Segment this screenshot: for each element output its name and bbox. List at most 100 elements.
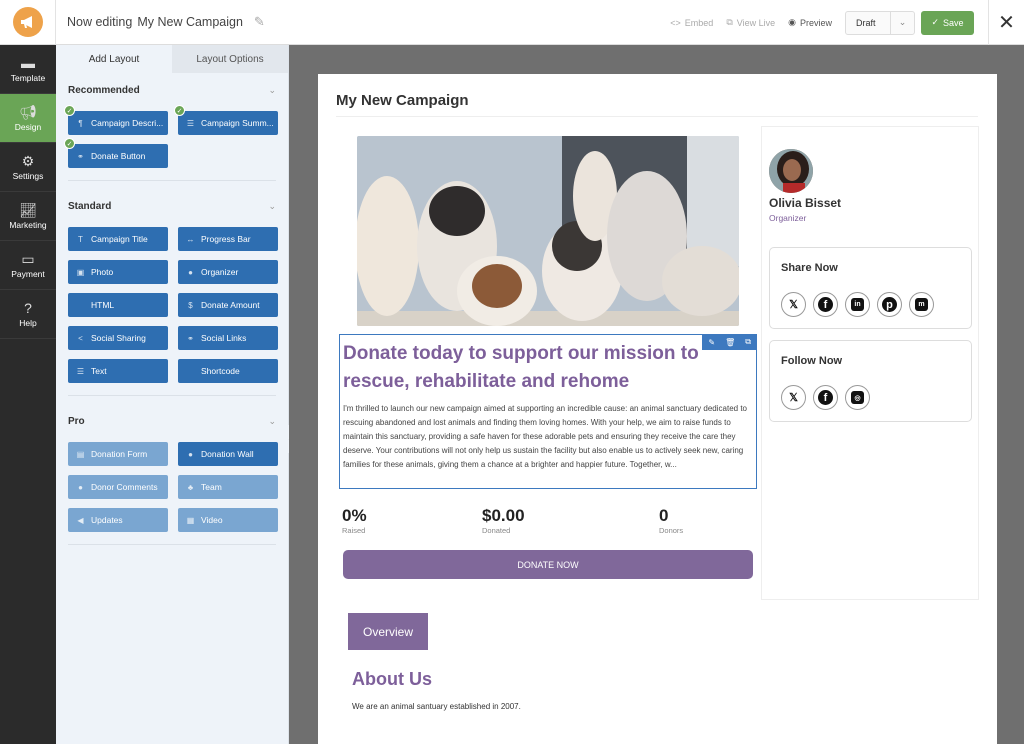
block-icon: ● bbox=[188, 449, 193, 459]
block-video[interactable]: ▦ Video bbox=[178, 508, 278, 532]
megaphone-logo-icon[interactable] bbox=[12, 7, 43, 37]
tab-layout-options[interactable]: Layout Options bbox=[172, 45, 288, 73]
block-icon: ▦ bbox=[186, 515, 195, 525]
facebook-icon[interactable]: f bbox=[813, 385, 838, 410]
about-us-heading: About Us bbox=[352, 669, 432, 689]
donate-now-button[interactable]: DONATE NOW bbox=[343, 550, 753, 579]
x-icon[interactable]: 𝕏 bbox=[781, 385, 806, 410]
added-check-icon: ✓ bbox=[64, 105, 75, 116]
top-bar: Now editing My New Campaign ✎ <> Embed ⧉ V… bbox=[0, 0, 1024, 45]
block-campaign-title[interactable]: T Campaign Title bbox=[68, 227, 168, 251]
mastodon-icon[interactable]: m bbox=[909, 292, 934, 317]
view-live-button[interactable]: ⧉ View Live bbox=[726, 17, 775, 28]
linkedin-icon[interactable]: in bbox=[845, 292, 870, 317]
campaign-name: My New Campaign bbox=[137, 15, 243, 29]
nav-help[interactable]: ? Help bbox=[0, 290, 56, 339]
block-icon: ¶ bbox=[78, 118, 83, 128]
block-label: Team bbox=[201, 482, 222, 492]
campaign-description-block[interactable]: ✎ 🗑︎ ⧉ Donate today to support our missi… bbox=[339, 334, 757, 489]
eye-icon: ◉ bbox=[788, 17, 796, 27]
chevron-down-icon[interactable]: ⌄ bbox=[890, 11, 914, 34]
block-campaign-descri[interactable]: ¶ Campaign Descri... bbox=[68, 111, 168, 135]
block-organizer[interactable]: ● Organizer bbox=[178, 260, 278, 284]
block-icon: ⚭ bbox=[77, 151, 84, 161]
block-label: Shortcode bbox=[201, 366, 240, 376]
block-icon: ● bbox=[188, 267, 193, 277]
block-icon: T bbox=[78, 234, 83, 244]
section-recommended: Recommended ⌄ ✓ ¶ Campaign Descri... ✓ ☰ Campai… bbox=[56, 73, 288, 181]
campaign-headline: Donate today to support our mission to r… bbox=[343, 343, 699, 392]
chevron-down-icon[interactable]: ⌄ bbox=[268, 85, 276, 96]
tab-overview[interactable]: Overview bbox=[348, 613, 428, 650]
nav-template[interactable]: ▬ Template bbox=[0, 45, 56, 94]
block-html[interactable]: HTML bbox=[68, 293, 168, 317]
section-pro: Pro ⌄ ▤ Donation Form ● Donation Wall ● Donor C… bbox=[56, 404, 288, 545]
block-donation-wall[interactable]: ● Donation Wall bbox=[178, 442, 278, 466]
left-nav: ▬ Template 📢︎ Design ⚙ Settings 📈︎ Marketing… bbox=[0, 45, 56, 744]
divider bbox=[336, 116, 978, 117]
nav-payment[interactable]: ▭ Payment bbox=[0, 241, 56, 290]
block-icon: ▤ bbox=[76, 449, 85, 459]
section-header[interactable]: Standard ⌄ bbox=[68, 189, 276, 223]
save-label: Save bbox=[943, 17, 964, 28]
block-donor-comments[interactable]: ● Donor Comments bbox=[68, 475, 168, 499]
pinterest-icon[interactable]: p bbox=[877, 292, 902, 317]
block-label: Social Links bbox=[201, 333, 247, 343]
instagram-icon[interactable]: ◎ bbox=[845, 385, 870, 410]
close-icon: ✕ bbox=[998, 12, 1015, 34]
campaign-photo[interactable] bbox=[357, 136, 739, 326]
block-updates[interactable]: ◀ Updates bbox=[68, 508, 168, 532]
embed-button[interactable]: <> Embed bbox=[670, 18, 713, 28]
block-text[interactable]: ☰ Text bbox=[68, 359, 168, 383]
facebook-icon[interactable]: f bbox=[813, 292, 838, 317]
check-icon: ✓ bbox=[931, 17, 940, 27]
x-icon[interactable]: 𝕏 bbox=[781, 292, 806, 317]
editing-title: Now editing My New Campaign ✎ bbox=[67, 14, 265, 30]
preview-button[interactable]: ◉ Preview bbox=[788, 17, 832, 28]
chevron-down-icon[interactable]: ⌄ bbox=[268, 201, 276, 212]
save-button[interactable]: ✓ Save bbox=[921, 10, 974, 35]
stat-raised: 0% Raised bbox=[342, 506, 367, 535]
block-icon: < bbox=[78, 333, 83, 343]
status-select[interactable]: Draft ⌄ bbox=[845, 10, 915, 35]
block-social-sharing[interactable]: < Social Sharing bbox=[68, 326, 168, 350]
block-photo[interactable]: ▣ Photo bbox=[68, 260, 168, 284]
section-standard: Standard ⌄ T Campaign Title ↔ Progress Bar ▣ Ph… bbox=[56, 189, 288, 396]
block-label: Donor Comments bbox=[91, 482, 158, 492]
block-donate-amount[interactable]: $ Donate Amount bbox=[178, 293, 278, 317]
template-icon: ▬ bbox=[21, 54, 35, 71]
block-campaign-summ[interactable]: ☰ Campaign Summ... bbox=[178, 111, 278, 135]
pencil-icon[interactable]: ✎ bbox=[254, 14, 265, 30]
block-label: Campaign Descri... bbox=[91, 118, 164, 128]
block-label: Updates bbox=[91, 515, 123, 525]
block-donate-button[interactable]: ⚭ Donate Button bbox=[68, 144, 168, 168]
duplicate-icon[interactable]: ⧉ bbox=[745, 337, 751, 347]
nav-design[interactable]: 📢︎ Design bbox=[0, 94, 56, 143]
logo-area bbox=[0, 0, 56, 45]
chevron-down-icon[interactable]: ⌄ bbox=[268, 416, 276, 427]
block-label: Donation Form bbox=[91, 449, 148, 459]
share-now-title: Share Now bbox=[781, 262, 838, 274]
block-icon: ♣ bbox=[187, 482, 194, 492]
code-icon: <> bbox=[670, 17, 681, 28]
block-shortcode[interactable]: Shortcode bbox=[178, 359, 278, 383]
organizer-name: Olivia Bisset bbox=[769, 196, 842, 210]
block-social-links[interactable]: ⚭ Social Links bbox=[178, 326, 278, 350]
block-label: Donate Amount bbox=[201, 300, 260, 310]
nav-marketing[interactable]: 📈︎ Marketing bbox=[0, 192, 56, 241]
block-donation-form[interactable]: ▤ Donation Form bbox=[68, 442, 168, 466]
follow-now-title: Follow Now bbox=[781, 355, 843, 367]
block-icon: ☰ bbox=[186, 118, 195, 128]
tab-add-layout[interactable]: Add Layout bbox=[56, 45, 172, 73]
section-header[interactable]: Pro ⌄ bbox=[68, 404, 276, 438]
stat-value: 0 bbox=[659, 506, 669, 525]
block-label: Campaign Summ... bbox=[201, 118, 274, 128]
block-team[interactable]: ♣ Team bbox=[178, 475, 278, 499]
share-now-card: Share Now 𝕏 f in p m bbox=[769, 247, 972, 329]
nav-label: Design bbox=[14, 121, 42, 132]
nav-settings[interactable]: ⚙ Settings bbox=[0, 143, 56, 192]
close-button[interactable]: ✕ bbox=[988, 0, 1024, 45]
block-progress-bar[interactable]: ↔ Progress Bar bbox=[178, 227, 278, 251]
block-label: Photo bbox=[91, 267, 114, 277]
section-header[interactable]: Recommended ⌄ bbox=[68, 73, 276, 107]
